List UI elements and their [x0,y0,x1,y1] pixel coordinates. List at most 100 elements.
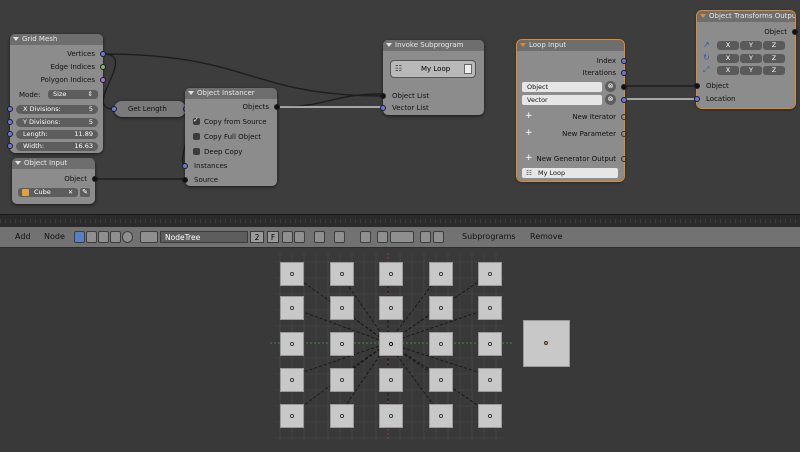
copy-nodes-icon[interactable] [420,231,431,243]
y-divisions-field[interactable]: Y Divisions: 5 [16,118,98,127]
object-list-socket[interactable] [380,93,386,99]
instanced-cube[interactable] [280,296,304,320]
instanced-cube[interactable] [280,262,304,286]
plus-icon[interactable]: + [525,128,533,138]
new-parameter-socket[interactable] [621,131,627,137]
node-tree-type-icon[interactable] [140,231,158,243]
get-length-input-socket[interactable] [111,106,117,112]
new-generator-output-socket[interactable] [621,156,627,162]
paste-nodes-icon[interactable] [433,231,444,243]
index-socket[interactable] [621,58,627,64]
instanced-cube[interactable] [330,332,354,356]
instanced-cube[interactable] [429,296,453,320]
object-input-node[interactable]: Object Input Object Cube ✕ ✎ [12,158,98,204]
object-transforms-output-node[interactable]: Object Transforms Output Object ↗ X Y Z … [694,10,798,109]
backdrop-icon[interactable] [360,231,371,243]
object-output-socket[interactable] [92,176,98,182]
instanced-cube[interactable] [429,368,453,392]
object-selector[interactable]: Cube ✕ [18,188,78,197]
instanced-cube[interactable] [478,296,502,320]
invoke-subprogram-node[interactable]: Invoke Subprogram ☷ My Loop Object List … [380,40,484,115]
instanced-cube[interactable] [330,296,354,320]
loop-input-node[interactable]: Loop Input Index Iterations Object ⊗ Vec… [516,39,627,182]
node-tree-name-field[interactable]: NodeTree [160,231,248,243]
subprogram-selector[interactable]: ☷ My Loop [390,60,476,78]
plus-icon[interactable]: + [525,111,533,121]
shader-tree-icon[interactable] [74,231,85,243]
grid-mesh-header[interactable]: Grid Mesh [10,34,103,45]
parameter-vector-field[interactable]: Vector [522,95,602,105]
get-length-node[interactable]: Get Length [111,101,189,117]
instanced-cube[interactable] [379,404,403,428]
snap-element-icon[interactable] [390,231,414,243]
collapse-triangle-icon[interactable] [520,43,526,47]
instanced-cube[interactable] [429,332,453,356]
remove-parameter-object-icon[interactable]: ⊗ [605,81,616,92]
node-menu[interactable]: Node [44,227,65,247]
scale-z-toggle[interactable]: Z [763,66,785,75]
instanced-cube[interactable] [330,404,354,428]
subprograms-menu[interactable]: Subprograms [462,227,516,247]
remove-parameter-vector-icon[interactable]: ⊗ [605,94,616,105]
eyedropper-icon[interactable]: ✎ [80,188,90,197]
remove-menu[interactable]: Remove [530,227,562,247]
scale-x-toggle[interactable]: X [717,66,739,75]
new-iterator-label[interactable]: New Iterator [572,113,616,121]
x-divisions-field[interactable]: X Divisions: 5 [16,105,98,114]
vertices-socket[interactable] [100,51,106,57]
instanced-cube[interactable] [379,262,403,286]
compositing-tree-icon[interactable] [98,231,109,243]
plus-icon[interactable]: + [525,153,533,163]
instanced-cube[interactable] [280,332,304,356]
new-iterator-socket[interactable] [621,114,627,120]
copy-full-object-checkbox[interactable] [193,133,200,140]
vector-param-socket[interactable] [621,97,627,103]
instanced-cube[interactable] [478,368,502,392]
snap-toggle-icon[interactable] [377,231,388,243]
collapse-triangle-icon[interactable] [15,161,21,165]
edge-indices-socket[interactable] [100,64,106,70]
location-input-socket[interactable] [694,96,700,102]
source-cube[interactable] [523,320,570,367]
object-param-socket[interactable] [621,84,627,90]
texture-tree-icon[interactable] [86,231,97,243]
location-y-toggle[interactable]: Y [740,41,762,50]
parameter-object-field[interactable]: Object [522,82,602,92]
source-socket[interactable] [182,177,188,183]
vector-list-socket[interactable] [380,105,386,111]
add-new-icon[interactable] [282,231,293,243]
instanced-cube[interactable] [379,368,403,392]
object-instancer-node[interactable]: Object Instancer Objects Copy from Sourc… [182,88,280,186]
instanced-cube[interactable] [429,404,453,428]
new-subprogram-icon[interactable] [464,64,472,74]
go-parent-icon[interactable] [334,231,345,243]
invoke-subprogram-header[interactable]: Invoke Subprogram [383,40,484,51]
collapse-triangle-icon[interactable] [188,91,194,95]
length-field[interactable]: Length: 11.89 [16,130,98,139]
objects-socket[interactable] [274,104,280,110]
pin-icon[interactable] [314,231,325,243]
instanced-cube[interactable] [379,296,403,320]
fake-user-toggle[interactable]: F [267,231,279,243]
rotation-y-toggle[interactable]: Y [740,54,762,63]
iterations-socket[interactable] [621,70,627,76]
polygon-indices-socket[interactable] [100,77,106,83]
width-socket[interactable] [7,143,13,149]
area-splitter[interactable] [0,214,800,227]
instanced-cube[interactable] [478,262,502,286]
instanced-cube[interactable] [429,262,453,286]
collapse-triangle-icon[interactable] [13,37,19,41]
object-input-socket[interactable] [694,83,700,89]
object-output-socket[interactable] [792,29,798,35]
x-divisions-socket[interactable] [7,106,13,112]
copy-from-source-checkbox[interactable] [193,116,200,125]
length-socket[interactable] [7,131,13,137]
add-menu[interactable]: Add [15,227,31,247]
sphere-icon[interactable] [122,231,133,243]
users-count[interactable]: 2 [250,231,264,243]
collapse-triangle-icon[interactable] [700,14,706,18]
mode-dropdown[interactable]: Size ⇕ [48,90,98,99]
width-field[interactable]: Width: 16.63 [16,142,98,151]
grid-mesh-node[interactable]: Grid Mesh Vertices Edge Indices Polygon … [7,34,106,153]
rotation-x-toggle[interactable]: X [717,54,739,63]
